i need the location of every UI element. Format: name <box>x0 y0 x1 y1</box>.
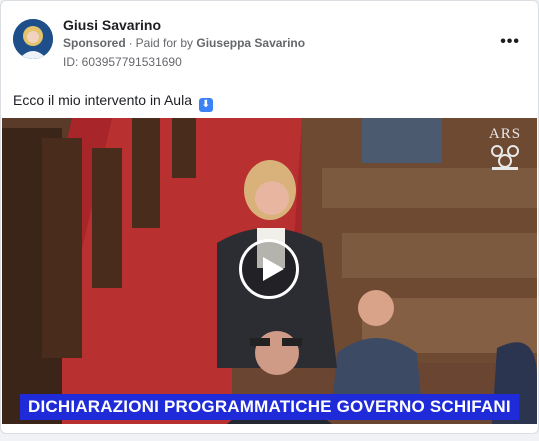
separator-dot: · <box>128 36 133 50</box>
sponsored-line: Sponsored · Paid for by Giuseppa Savarino <box>63 36 305 50</box>
channel-logo-text: ARS <box>488 126 522 142</box>
author-name[interactable]: Giusi Savarino <box>63 17 161 33</box>
avatar[interactable] <box>13 19 53 59</box>
ad-card: Giusi Savarino Sponsored · Paid for by Giu… <box>0 0 539 434</box>
post-caption: Ecco il mio intervento in Aula ⬇ <box>13 92 213 112</box>
caption-text: Ecco il mio intervento in Aula <box>13 92 192 108</box>
caption-emoji: ⬇ <box>201 99 211 110</box>
payer-name: Giuseppa Savarino <box>196 36 306 50</box>
post-header: Giusi Savarino Sponsored · Paid for by Giu… <box>13 15 526 75</box>
down-arrow-emoji-icon: ⬇ <box>198 98 213 112</box>
paid-for-label: Paid for by <box>135 36 194 50</box>
video-player[interactable]: ARS DICHIARAZIONI PROGRAMMATICHE GOVERNO… <box>2 118 537 424</box>
ad-id: ID: 603957791531690 <box>63 55 182 69</box>
play-icon[interactable] <box>239 239 299 299</box>
sponsored-label: Sponsored <box>63 36 126 50</box>
lower-third-caption: DICHIARAZIONI PROGRAMMATICHE GOVERNO SCH… <box>20 394 519 420</box>
more-options-icon[interactable]: ••• <box>500 33 520 51</box>
ars-emblem-icon <box>491 145 519 170</box>
ars-logo: ARS <box>483 126 527 176</box>
